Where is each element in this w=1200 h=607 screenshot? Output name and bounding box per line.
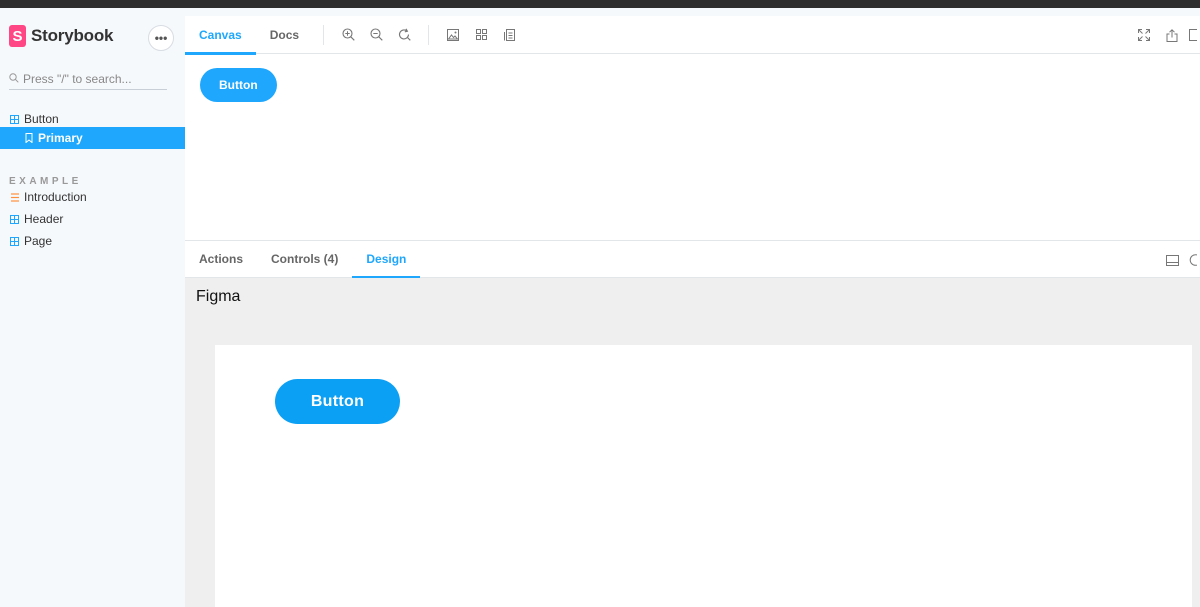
zoom-out-icon[interactable]: [362, 16, 390, 54]
document-icon: [9, 192, 20, 203]
tab-actions[interactable]: Actions: [185, 240, 257, 278]
copy-icon[interactable]: [1186, 16, 1200, 54]
ellipsis-icon: •••: [154, 31, 168, 45]
sidebar-item-label: Primary: [38, 131, 83, 145]
design-panel: Figma Button: [185, 278, 1200, 607]
search-input[interactable]: [23, 71, 163, 86]
sidebar-item-introduction[interactable]: Introduction: [0, 186, 185, 208]
tab-design[interactable]: Design: [352, 240, 421, 279]
toolbar: Canvas Docs: [185, 16, 1200, 55]
figma-embed: Button: [215, 345, 1192, 607]
sidebar-item-label: Page: [24, 234, 53, 248]
outline-icon[interactable]: [495, 16, 523, 54]
main-area: Canvas Docs Button Actions Controls (4) …: [185, 16, 1200, 607]
component-icon: [9, 214, 20, 225]
addons-right-actions: [1158, 241, 1200, 279]
more-options-button[interactable]: •••: [148, 25, 174, 51]
sidebar-item-label: Header: [24, 212, 64, 226]
tab-docs[interactable]: Docs: [256, 16, 313, 54]
panel-title: Figma: [196, 288, 241, 305]
sidebar: S Storybook ••• Button Primary EXAMPLE I…: [0, 8, 185, 607]
sidebar-item-page[interactable]: Page: [0, 230, 185, 252]
component-icon: [9, 114, 20, 125]
panel-layout-icon[interactable]: [1158, 241, 1186, 279]
zoom-in-icon[interactable]: [334, 16, 362, 54]
share-icon[interactable]: [1158, 16, 1186, 54]
fullscreen-icon[interactable]: [1130, 16, 1158, 54]
sidebar-item-primary[interactable]: Primary: [0, 127, 185, 149]
brand-name: Storybook: [31, 26, 114, 45]
sidebar-item-label: Introduction: [24, 190, 87, 204]
search-icon: [9, 72, 23, 86]
bookmark-icon: [23, 133, 34, 144]
grid-icon[interactable]: [467, 16, 495, 54]
primary-button[interactable]: Button: [200, 68, 277, 102]
window-top-bar: [0, 0, 1200, 8]
zoom-reset-icon[interactable]: [390, 16, 418, 54]
background-icon[interactable]: [439, 16, 467, 54]
figma-preview-button[interactable]: Button: [275, 379, 400, 424]
search-box: [9, 68, 167, 90]
story-canvas: Button: [185, 54, 1200, 240]
sidebar-item-label: Button: [24, 112, 59, 126]
sidebar-item-header[interactable]: Header: [0, 208, 185, 230]
tab-canvas[interactable]: Canvas: [185, 16, 256, 55]
addons-tab-bar: Actions Controls (4) Design: [185, 240, 1200, 279]
component-icon: [9, 236, 20, 247]
toolbar-right-actions: [1130, 16, 1200, 54]
toolbar-divider: [428, 24, 430, 45]
toolbar-divider: [323, 24, 325, 45]
tab-controls[interactable]: Controls (4): [257, 240, 352, 278]
brand-logo[interactable]: S Storybook: [9, 25, 113, 47]
close-panel-icon[interactable]: [1186, 241, 1200, 279]
storybook-logo-icon: S: [9, 25, 26, 47]
